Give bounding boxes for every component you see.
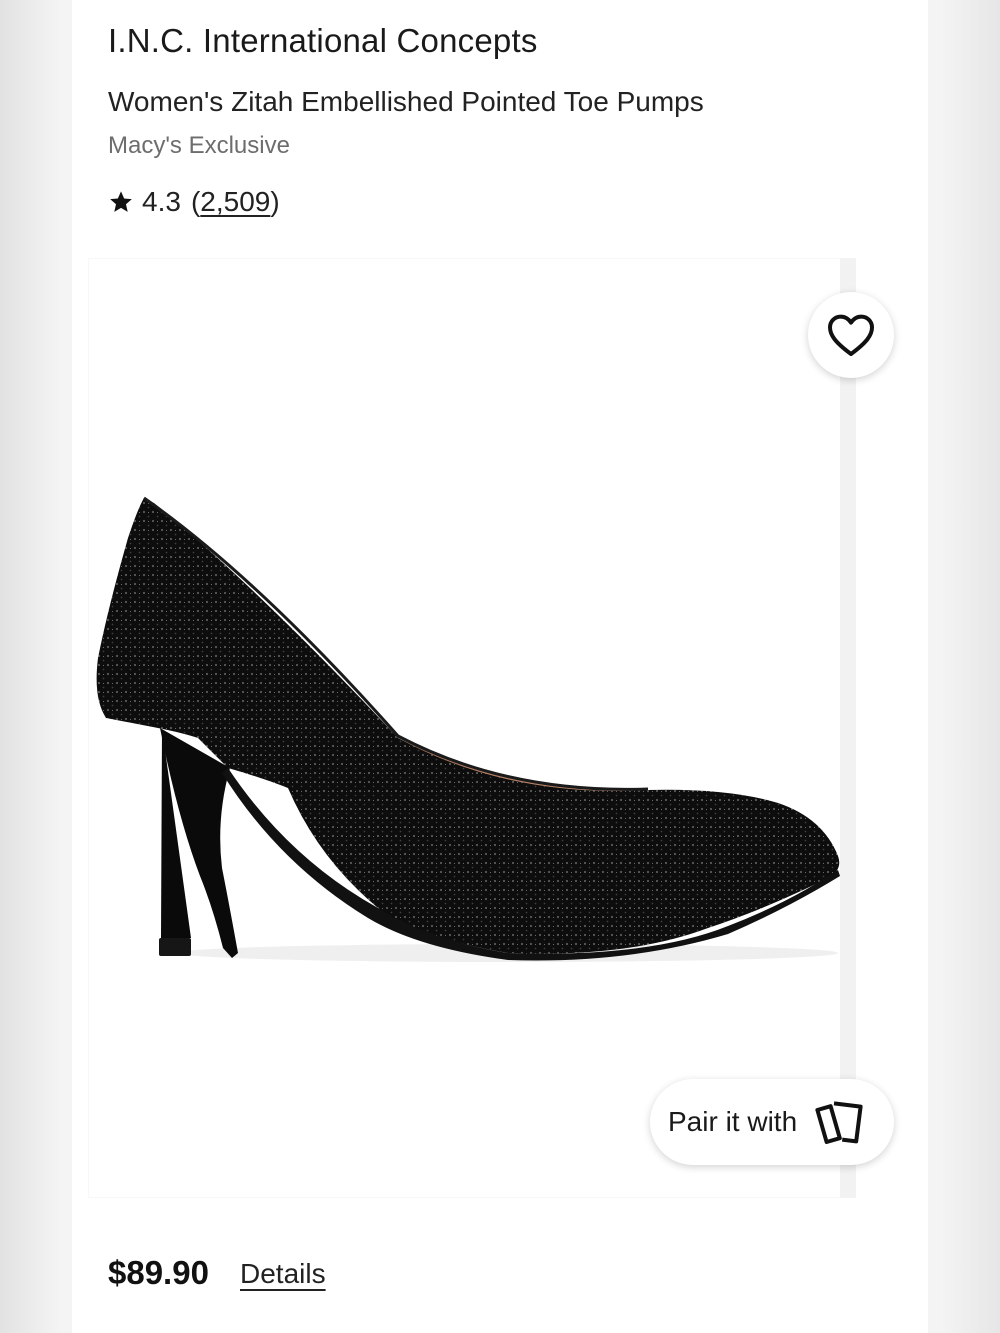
rating-count-open: (: [190, 186, 201, 217]
price: $89.90: [108, 1254, 209, 1291]
rating[interactable]: 4.3 ( 2,509 ): [108, 186, 280, 218]
rating-value: 4.3: [142, 186, 181, 217]
details-link[interactable]: Details: [240, 1258, 326, 1290]
product-image[interactable]: [88, 258, 856, 1198]
pair-label: Pair it with: [668, 1106, 798, 1137]
star-icon: [110, 191, 132, 212]
cards-icon: [815, 1101, 863, 1144]
image-edge: [840, 258, 856, 1198]
favorite-button[interactable]: [808, 292, 894, 378]
rating-count-close: ): [270, 186, 280, 217]
product-title: Women's Zitah Embellished Pointed Toe Pu…: [108, 86, 704, 117]
pair-it-with-button[interactable]: Pair it with: [650, 1079, 894, 1165]
heart-icon: [828, 314, 874, 356]
product-card: I.N.C. International Concepts Women's Zi…: [72, 0, 928, 1333]
brand-name[interactable]: I.N.C. International Concepts: [108, 22, 538, 60]
review-count-link[interactable]: 2,509: [200, 186, 270, 218]
exclusive-tag: Macy's Exclusive: [108, 132, 290, 159]
shoe-image: [96, 496, 840, 962]
